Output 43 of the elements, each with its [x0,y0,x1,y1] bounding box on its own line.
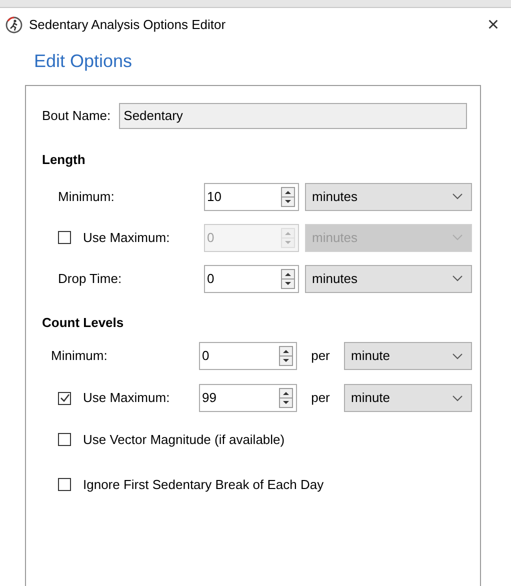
chevron-down-icon [452,352,463,360]
close-button[interactable]: × [487,15,499,35]
number-spinner[interactable]: 0 [204,264,299,292]
chevron-down-icon [452,394,463,402]
up-down-arrows-icon[interactable] [279,346,293,366]
checkbox-label: Ignore First Sedentary Break of Each Day [83,476,324,494]
unit-dropdown[interactable]: minutes [305,264,472,292]
field-label: Use Maximum: [83,389,170,408]
per-label: per [310,347,331,366]
unit-dropdown[interactable]: minutes [305,182,472,210]
chevron-down-icon [452,193,463,200]
field-label: Minimum: [51,347,108,366]
number-spinner[interactable]: 99 [199,384,297,412]
runner-logo-icon [5,16,23,34]
group-heading: Length [42,151,86,169]
per-label: per [310,389,331,408]
field-label: Drop Time: [58,270,122,288]
checkbox-label: Use Vector Magnitude (if available) [83,431,285,449]
section-heading: Edit Options [34,51,132,71]
spinner-value: 10 [207,188,222,206]
checkbox[interactable] [58,392,71,404]
field-label: Use Maximum: [83,228,170,247]
unit-dropdown[interactable]: minute [344,342,472,370]
field-label: Minimum: [58,188,114,206]
window-title: Sedentary Analysis Options Editor [29,16,226,34]
up-down-arrows-icon[interactable] [279,388,293,408]
number-spinner[interactable]: 10 [204,182,299,210]
chevron-down-icon [452,275,463,282]
bout-name-field[interactable]: Sedentary [118,103,467,129]
checkbox[interactable] [58,433,71,446]
number-spinner[interactable]: 0 [199,342,297,370]
chevron-down-icon [452,234,463,241]
spinner-value: 0 [207,228,214,247]
up-down-arrows-icon[interactable] [281,268,295,288]
spinner-value: 0 [207,270,214,288]
group-heading: Count Levels [42,314,125,332]
spinner-value: 99 [202,389,216,408]
checkmark-icon [60,393,70,403]
field-label: Bout Name: [42,107,111,126]
unit-dropdown[interactable]: minute [344,384,472,412]
up-down-arrows-icon[interactable] [281,186,295,206]
spinner-value: 0 [202,347,210,366]
checkbox[interactable] [58,478,71,491]
